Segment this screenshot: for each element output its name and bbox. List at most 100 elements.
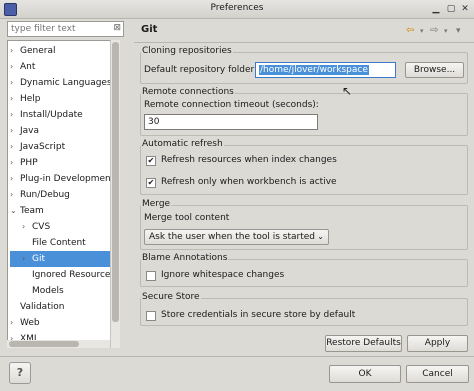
refresh-group: [140, 145, 468, 195]
help-icon[interactable]: ?: [9, 362, 31, 384]
repo-folder-input[interactable]: /home/jlover/workspace: [255, 62, 396, 78]
blame-group-label: Blame Annotations: [141, 253, 229, 263]
expand-arrow-icon[interactable]: ›: [10, 43, 20, 59]
refresh-workbench-checkbox[interactable]: ✔: [146, 178, 156, 188]
ok-button[interactable]: OK: [329, 365, 401, 383]
refresh-index-label: Refresh resources when index changes: [161, 155, 337, 165]
view-menu-icon[interactable]: ▾: [456, 26, 461, 36]
ignore-whitespace-label: Ignore whitespace changes: [161, 270, 285, 280]
tree-scroll-thumb[interactable]: [112, 42, 119, 322]
expand-arrow-icon[interactable]: ›: [22, 219, 32, 235]
tree-item-label: Java: [20, 126, 40, 136]
tree-item[interactable]: › Dynamic Languages: [10, 75, 116, 91]
tree-item[interactable]: File Content: [10, 235, 119, 251]
cancel-button[interactable]: Cancel: [406, 365, 469, 383]
tree-item[interactable]: › CVS: [10, 219, 119, 235]
back-menu-icon[interactable]: ▾: [420, 27, 424, 35]
merge-group-label: Merge: [141, 199, 172, 209]
tree-item[interactable]: › Java: [10, 123, 116, 139]
tree-item[interactable]: › General: [10, 43, 116, 59]
expand-arrow-icon[interactable]: ›: [10, 139, 20, 155]
header-separator: [134, 42, 474, 43]
tree-item-label: Models: [32, 286, 64, 296]
tree-item-label: Plug-in Development: [20, 174, 115, 184]
remote-group-label: Remote connections: [141, 87, 235, 97]
tree-item-label: Git: [32, 254, 46, 264]
tree-item[interactable]: Ignored Resources: [10, 267, 119, 283]
tree-item[interactable]: › PHP: [10, 155, 116, 171]
repo-folder-label: Default repository folder:: [144, 65, 258, 75]
page-title: Git: [141, 24, 158, 35]
tree-item[interactable]: › Ant: [10, 59, 116, 75]
refresh-index-checkbox[interactable]: ✔: [146, 156, 156, 166]
mouse-cursor-icon: ↖: [342, 84, 353, 98]
expand-arrow-icon[interactable]: ›: [10, 123, 20, 139]
clear-filter-icon[interactable]: ⊠: [113, 23, 121, 33]
tree-item-label: Ant: [20, 62, 36, 72]
expand-arrow-icon[interactable]: ›: [10, 315, 20, 331]
merge-tool-value: Ask the user when the tool is started: [149, 232, 316, 242]
tree-item[interactable]: › Help: [10, 91, 116, 107]
forward-arrow-icon[interactable]: ⇨: [430, 25, 438, 36]
tree-item-label: Team: [20, 206, 44, 216]
merge-tool-select[interactable]: Ask the user when the tool is started ⌄: [144, 229, 329, 245]
timeout-label: Remote connection timeout (seconds):: [144, 100, 319, 110]
page-header: Git ⇦ ▾ ⇨ ▾ ▾: [134, 18, 474, 42]
tree-horizontal-scrollbar[interactable]: [7, 340, 110, 348]
forward-menu-icon[interactable]: ▾: [444, 27, 448, 35]
expand-arrow-icon[interactable]: ›: [10, 59, 20, 75]
secure-store-checkbox[interactable]: [146, 311, 156, 321]
expand-arrow-icon[interactable]: ›: [10, 107, 20, 123]
tree-item[interactable]: ⌄ Team: [10, 203, 116, 219]
minimize-icon[interactable]: ▁: [430, 3, 442, 15]
chevron-down-icon: ⌄: [317, 232, 324, 241]
refresh-workbench-label: Refresh only when workbench is active: [161, 177, 337, 187]
secure-store-label: Store credentials in secure store by def…: [161, 310, 356, 320]
tree-item-label: Install/Update: [20, 110, 83, 120]
tree-item-label: Ignored Resources: [32, 270, 116, 280]
tree-item-label: Dynamic Languages: [20, 78, 112, 88]
tree-item[interactable]: › Plug-in Development: [10, 171, 116, 187]
tree-item-label: Web: [20, 318, 40, 328]
tree-hscroll-thumb[interactable]: [9, 341, 79, 347]
tree-vertical-scrollbar[interactable]: [110, 40, 120, 348]
tree-item[interactable]: › Web: [10, 315, 116, 331]
ignore-whitespace-checkbox[interactable]: [146, 271, 156, 281]
preferences-tree[interactable]: › General › Ant › Dynamic Languages › Help › Inst…: [7, 40, 120, 348]
filter-field[interactable]: ⊠: [7, 21, 124, 37]
title-bar: Preferences ▁ ▢ ✕: [0, 0, 474, 19]
tree-item[interactable]: › JavaScript: [10, 139, 116, 155]
tree-item[interactable]: Models: [10, 283, 119, 299]
tree-item-label: Help: [20, 94, 41, 104]
cloning-group-label: Cloning repositories: [141, 46, 233, 56]
expand-arrow-icon[interactable]: ›: [10, 187, 20, 203]
expand-arrow-icon[interactable]: ›: [10, 171, 20, 187]
tree-item-label: General: [20, 46, 56, 56]
close-icon[interactable]: ✕: [459, 3, 471, 15]
secure-group-label: Secure Store: [141, 292, 201, 302]
back-arrow-icon[interactable]: ⇦: [406, 25, 414, 36]
expand-arrow-icon[interactable]: ⌄: [10, 203, 20, 219]
timeout-input[interactable]: 30: [144, 114, 318, 130]
tree-item[interactable]: › Install/Update: [10, 107, 116, 123]
apply-button[interactable]: Apply: [407, 335, 468, 352]
expand-arrow-icon[interactable]: ›: [10, 75, 20, 91]
tree-item-label: Run/Debug: [20, 190, 70, 200]
tree-item-label: File Content: [32, 238, 86, 248]
tree-item-label: PHP: [20, 158, 38, 168]
tree-item-label: CVS: [32, 222, 51, 232]
filter-input[interactable]: [8, 22, 114, 36]
tree-item[interactable]: › Git: [10, 251, 119, 267]
expand-arrow-icon[interactable]: ›: [10, 155, 20, 171]
tree-item[interactable]: › Run/Debug: [10, 187, 116, 203]
maximize-icon[interactable]: ▢: [445, 3, 457, 15]
tree-item[interactable]: Validation: [10, 299, 116, 315]
expand-arrow-icon[interactable]: ›: [10, 91, 20, 107]
merge-tool-label: Merge tool content: [144, 213, 230, 223]
restore-defaults-button[interactable]: Restore Defaults: [325, 335, 402, 352]
bottom-separator: [0, 356, 474, 357]
browse-button[interactable]: Browse...: [405, 62, 464, 78]
tree-item-label: Validation: [20, 302, 65, 312]
expand-arrow-icon[interactable]: ›: [22, 251, 32, 267]
repo-folder-value: /home/jlover/workspace: [259, 65, 369, 75]
